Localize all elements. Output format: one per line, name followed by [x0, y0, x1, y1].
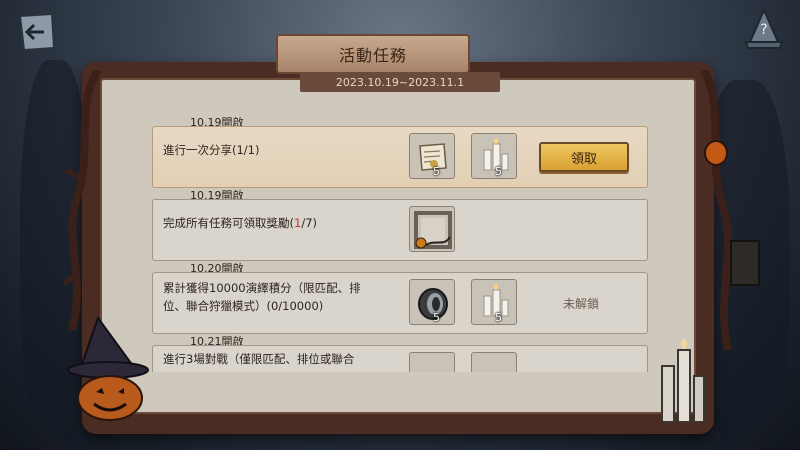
task-row: 進行一次分享(1/1) 5 5 領取: [152, 126, 648, 188]
witch-hat-pumpkin-icon: [67, 315, 149, 421]
claim-button[interactable]: 領取: [539, 142, 629, 172]
portrait-frame-icon: [414, 211, 452, 249]
task-list[interactable]: 10.19開啟 進行一次分享(1/1) 5 5 領取 10.19開啟 完成所有任…: [150, 112, 650, 372]
reward-count: 5: [433, 165, 440, 178]
reward-slot[interactable]: 5: [409, 133, 455, 179]
reward-count: 5: [433, 311, 440, 324]
task-row: 累計獲得10000演繹積分（限匹配、排位、聯合狩獵模式）(0/10000) 5 …: [152, 272, 648, 334]
task-description: 進行3場對戰（僅限匹配、排位或聯合: [163, 352, 355, 366]
locked-status: 未解鎖: [563, 297, 600, 311]
task-description: 完成所有任務可領取獎勵(1/7): [163, 214, 383, 232]
task-row: 完成所有任務可領取獎勵(1/7): [152, 199, 648, 261]
rules-help-button[interactable]: ?: [742, 7, 786, 52]
task-row: 進行3場對戰（僅限匹配、排位或聯合: [152, 345, 648, 372]
svg-text:?: ?: [760, 22, 767, 38]
task-description: 進行一次分享(1/1): [163, 143, 260, 157]
page-title: 活動任務: [338, 46, 407, 65]
date-range: 2023.10.19~2023.11.1: [335, 75, 465, 89]
back-button[interactable]: [14, 12, 58, 52]
board-right-branch-decoration: [700, 70, 732, 351]
hanging-pumpkin-icon: [704, 140, 728, 166]
candles-decoration-icon: [661, 339, 705, 423]
reward-count: 5: [495, 165, 502, 178]
task-description-suffix: /7): [301, 216, 318, 230]
reward-count: 5: [495, 311, 502, 324]
reward-slot[interactable]: 5: [409, 279, 455, 325]
reward-slot[interactable]: [409, 352, 455, 372]
task-description-prefix: 完成所有任務可領取獎勵(: [163, 216, 294, 230]
hat-help-icon: ?: [744, 7, 784, 49]
reward-slot[interactable]: [471, 352, 517, 372]
lantern-icon: [730, 240, 760, 286]
reward-slot[interactable]: [409, 206, 455, 252]
reward-slot[interactable]: 5: [471, 133, 517, 179]
reward-slot[interactable]: 5: [471, 279, 517, 325]
back-arrow-icon: [18, 12, 56, 52]
task-description: 累計獲得10000演繹積分（限匹配、排位、聯合狩獵模式）(0/10000): [163, 281, 361, 313]
title-banner: 活動任務: [276, 34, 470, 74]
date-range-strip: 2023.10.19~2023.11.1: [300, 72, 500, 92]
